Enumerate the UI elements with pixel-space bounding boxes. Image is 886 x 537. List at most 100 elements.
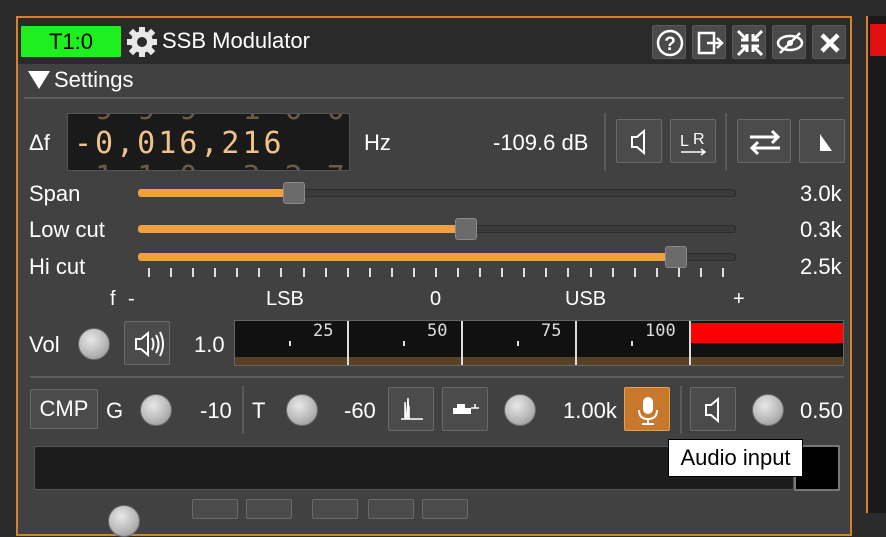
microphone-icon xyxy=(638,397,658,425)
audio-gain-knob[interactable] xyxy=(752,394,784,426)
scale-tick xyxy=(611,268,614,277)
close-icon xyxy=(820,33,840,53)
span-slider-handle[interactable] xyxy=(283,182,305,204)
scale-usb-label: USB xyxy=(565,288,607,310)
window-title: SSB Modulator xyxy=(162,28,310,53)
meter-gridline xyxy=(575,321,577,365)
svg-text:L: L xyxy=(680,133,689,150)
hi-cut-slider-fill xyxy=(138,253,676,261)
hide-icon xyxy=(776,32,804,54)
bottom-button[interactable] xyxy=(246,499,292,519)
audio-mute-button[interactable] xyxy=(690,387,736,431)
divider xyxy=(30,376,844,378)
scale-tick xyxy=(324,268,327,277)
swap-arrows-icon xyxy=(749,129,781,156)
meter-tick-label: 50 xyxy=(427,321,448,341)
meter-gridline xyxy=(461,321,463,365)
meter-tick-label: 100 xyxy=(645,321,676,341)
threshold-value: -60 xyxy=(344,398,376,423)
bottom-button[interactable] xyxy=(422,499,468,519)
tone-frequency-value: 1.00k xyxy=(563,398,617,423)
tone-button[interactable] xyxy=(388,387,434,431)
svg-text:R: R xyxy=(693,131,705,148)
filter-shape-button[interactable] xyxy=(799,119,845,163)
meter-minor-tick xyxy=(517,341,519,346)
scale-tick xyxy=(722,268,724,277)
separator xyxy=(680,386,682,434)
settings-label[interactable]: Settings xyxy=(54,67,134,93)
span-value: 3.0k xyxy=(800,181,842,206)
speaker-loud-icon xyxy=(135,330,164,358)
scale-tick xyxy=(655,268,658,277)
bottom-button[interactable] xyxy=(312,499,358,519)
scale-tick xyxy=(457,268,460,277)
low-cut-slider-handle[interactable] xyxy=(455,218,477,240)
meter-minor-tick xyxy=(631,341,633,346)
side-panel-red-badge xyxy=(870,24,886,56)
shrink-button[interactable] xyxy=(732,25,766,59)
tone-frequency-knob[interactable] xyxy=(504,394,536,426)
scale-tick xyxy=(214,268,217,277)
side-panel xyxy=(866,16,886,513)
scale-tick xyxy=(346,268,349,277)
audio-input-button[interactable] xyxy=(624,387,670,431)
scale-tick xyxy=(589,268,592,277)
meter-tick-label: 75 xyxy=(541,321,562,341)
scale-tick xyxy=(567,268,570,277)
bottom-knob[interactable] xyxy=(108,505,140,537)
dial-ghost-upper: 9 9 9 1 0 0 xyxy=(74,114,348,127)
top-strip xyxy=(0,0,886,14)
mute-button[interactable] xyxy=(616,119,662,163)
separator xyxy=(725,113,727,171)
meter-gridline xyxy=(689,321,691,365)
help-button[interactable]: ? xyxy=(652,25,686,59)
audio-gain-value: 0.50 xyxy=(800,398,843,423)
help-icon: ? xyxy=(656,29,684,57)
speaker-icon xyxy=(705,396,719,424)
bottom-button[interactable] xyxy=(192,499,238,519)
hi-cut-value: 2.5k xyxy=(800,254,842,279)
scale-minus-label: - xyxy=(128,288,135,310)
scale-tick xyxy=(280,268,283,277)
move-button[interactable] xyxy=(692,25,726,59)
meter-minor-tick xyxy=(289,341,291,346)
gain-knob[interactable] xyxy=(140,394,172,426)
dial-ghost-lower: 1 1 0 3 2 7 xyxy=(74,160,348,170)
volume-value: 1.0 xyxy=(194,332,225,357)
low-cut-label: Low cut xyxy=(29,217,105,242)
volume-knob[interactable] xyxy=(78,328,110,360)
channel-badge[interactable]: T1:0 xyxy=(21,26,121,57)
morse-key-button[interactable] xyxy=(442,387,488,431)
close-button[interactable] xyxy=(812,25,846,59)
vol-label: Vol xyxy=(29,332,60,357)
collapse-arrow-icon[interactable] xyxy=(28,71,50,89)
gain-label: G xyxy=(106,398,124,423)
bottom-button[interactable] xyxy=(368,499,414,519)
threshold-knob[interactable] xyxy=(286,394,318,426)
filter-shape-icon xyxy=(820,134,832,151)
scale-tick xyxy=(699,268,702,277)
frequency-digits[interactable]: -0,016,216 xyxy=(74,126,285,161)
scale-tick xyxy=(677,268,680,277)
morse-key-icon xyxy=(453,404,479,414)
swap-sidebands-button[interactable] xyxy=(737,119,791,163)
audio-binaural-button[interactable] xyxy=(124,321,170,365)
scale-f-label: f xyxy=(110,288,116,310)
scale-tick xyxy=(302,268,305,277)
scale-tick xyxy=(236,268,239,277)
move-to-workspace-icon xyxy=(697,31,724,55)
delta-f-label: Δf xyxy=(29,130,50,155)
frequency-dial[interactable]: 9 9 9 1 0 0 -0,016,216 1 1 0 3 2 7 xyxy=(67,113,350,171)
gear-icon[interactable] xyxy=(126,26,158,58)
span-slider-fill xyxy=(138,189,294,197)
tooltip: Audio input xyxy=(668,439,803,477)
meter-minor-tick xyxy=(403,341,405,346)
scale-lsb-label: LSB xyxy=(266,288,304,310)
hide-button[interactable] xyxy=(772,25,806,59)
lr-channel-button[interactable]: L R xyxy=(670,119,716,163)
threshold-label: T xyxy=(252,398,266,423)
cmp-button[interactable]: CMP xyxy=(30,389,98,429)
hi-cut-slider-handle[interactable] xyxy=(665,246,687,268)
scale-tick xyxy=(390,268,393,277)
channel-power: -109.6 dB xyxy=(493,130,589,155)
